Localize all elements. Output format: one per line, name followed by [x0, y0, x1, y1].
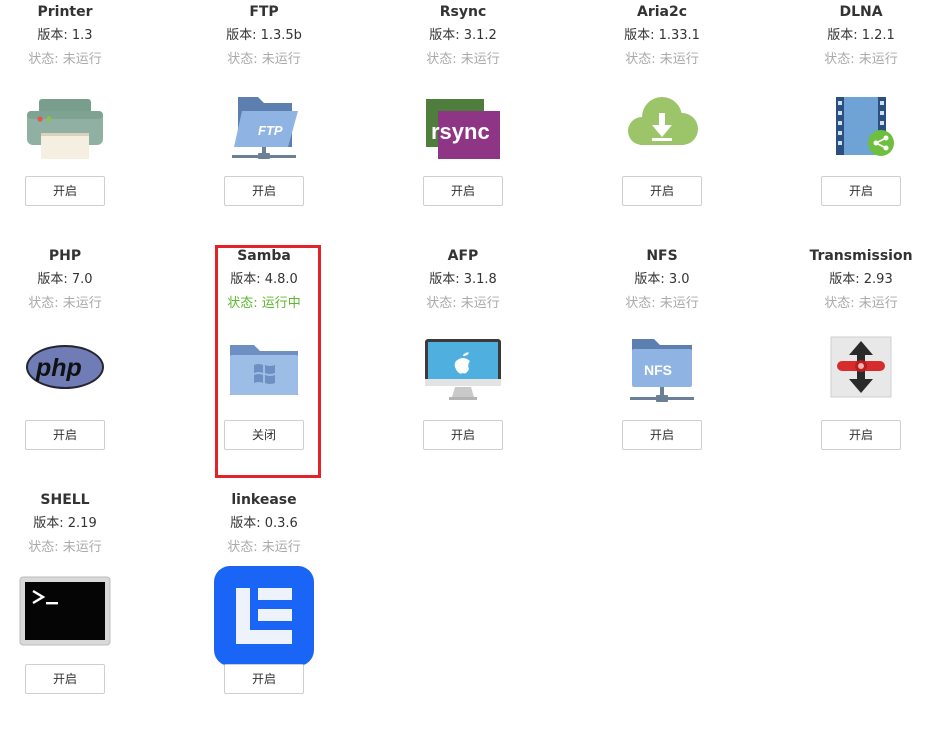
- toggle-button[interactable]: 开启: [622, 420, 702, 450]
- app-status: 状态: 未运行: [227, 540, 301, 555]
- svg-text:php: php: [35, 354, 82, 382]
- samba-highlight-box: [215, 245, 321, 478]
- app-name: FTP: [249, 4, 279, 20]
- app-version: 版本: 3.1.2: [429, 28, 497, 43]
- app-card-shell: SHELL 版本: 2.19 状态: 未运行 开启: [5, 488, 125, 694]
- app-status: 状态: 未运行: [28, 52, 102, 67]
- app-name: Rsync: [439, 4, 487, 20]
- app-version: 版本: 0.3.6: [230, 516, 298, 531]
- app-card-afp: AFP 版本: 3.1.8 状态: 未运行 开启: [403, 244, 523, 450]
- app-status: 状态: 未运行: [426, 52, 500, 67]
- app-card-rsync: Rsync 版本: 3.1.2 状态: 未运行 rsync 开启: [403, 0, 523, 206]
- toggle-button[interactable]: 开启: [622, 176, 702, 206]
- toggle-button[interactable]: 开启: [224, 664, 304, 694]
- app-version: 版本: 2.93: [829, 272, 893, 287]
- app-status: 状态: 未运行: [28, 296, 102, 311]
- app-card-dlna: DLNA 版本: 1.2.1 状态: 未运行 开启: [801, 0, 921, 206]
- toggle-button[interactable]: 开启: [25, 420, 105, 450]
- app-status: 状态: 未运行: [824, 52, 898, 67]
- app-version: 版本: 1.3: [37, 28, 93, 43]
- app-status: 状态: 未运行: [625, 52, 699, 67]
- app-name: linkease: [231, 492, 297, 508]
- terminal-icon: [19, 571, 111, 651]
- app-name: Transmission: [809, 248, 913, 264]
- app-status: 状态: 未运行: [227, 52, 301, 67]
- app-card-transmission: Transmission 版本: 2.93 状态: 未运行 开启: [801, 244, 921, 450]
- app-name: PHP: [48, 248, 82, 264]
- app-version: 版本: 3.1.8: [429, 272, 497, 287]
- dlna-media-icon: [821, 83, 901, 163]
- app-name: Printer: [37, 4, 93, 20]
- app-status: 状态: 未运行: [28, 540, 102, 555]
- toggle-button[interactable]: 开启: [821, 176, 901, 206]
- app-name: DLNA: [839, 4, 883, 20]
- app-version: 版本: 1.2.1: [827, 28, 895, 43]
- app-name: AFP: [447, 248, 479, 264]
- app-version: 版本: 3.0: [634, 272, 690, 287]
- app-version: 版本: 2.19: [33, 516, 97, 531]
- printer-icon: [25, 83, 105, 163]
- toggle-button[interactable]: 开启: [423, 176, 503, 206]
- app-name: SHELL: [40, 492, 90, 508]
- app-card-printer: Printer 版本: 1.3 状态: 未运行 开启: [5, 0, 125, 206]
- app-status: 状态: 未运行: [625, 296, 699, 311]
- app-name: Aria2c: [636, 4, 688, 20]
- app-card-nfs: NFS 版本: 3.0 状态: 未运行 NFS 开启: [602, 244, 722, 450]
- nfs-folder-icon: NFS: [622, 327, 702, 407]
- transmission-icon: [821, 327, 901, 407]
- app-version: 版本: 7.0: [37, 272, 93, 287]
- toggle-button[interactable]: 开启: [821, 420, 901, 450]
- imac-apple-icon: [423, 327, 503, 407]
- toggle-button[interactable]: 开启: [25, 176, 105, 206]
- app-status: 状态: 未运行: [426, 296, 500, 311]
- cloud-download-icon: [622, 83, 702, 163]
- svg-text:NFS: NFS: [644, 362, 672, 378]
- toggle-button[interactable]: 开启: [423, 420, 503, 450]
- app-status: 状态: 未运行: [824, 296, 898, 311]
- app-version: 版本: 1.3.5b: [226, 28, 302, 43]
- app-version: 版本: 1.33.1: [624, 28, 700, 43]
- toggle-button[interactable]: 开启: [224, 176, 304, 206]
- app-name: NFS: [646, 248, 678, 264]
- toggle-button[interactable]: 开启: [25, 664, 105, 694]
- svg-text:FTP: FTP: [258, 123, 283, 138]
- ftp-folder-icon: FTP: [224, 83, 304, 163]
- app-card-linkease: linkease 版本: 0.3.6 状态: 未运行 开启: [204, 488, 324, 694]
- app-card-aria2c: Aria2c 版本: 1.33.1 状态: 未运行 开启: [602, 0, 722, 206]
- php-icon: php: [25, 327, 105, 407]
- rsync-icon: rsync: [423, 83, 503, 163]
- app-card-ftp: FTP 版本: 1.3.5b 状态: 未运行 FTP 开启: [204, 0, 324, 206]
- svg-text:rsync: rsync: [431, 119, 490, 144]
- linkease-icon: [214, 566, 314, 666]
- app-card-php: PHP 版本: 7.0 状态: 未运行 php 开启: [5, 244, 125, 450]
